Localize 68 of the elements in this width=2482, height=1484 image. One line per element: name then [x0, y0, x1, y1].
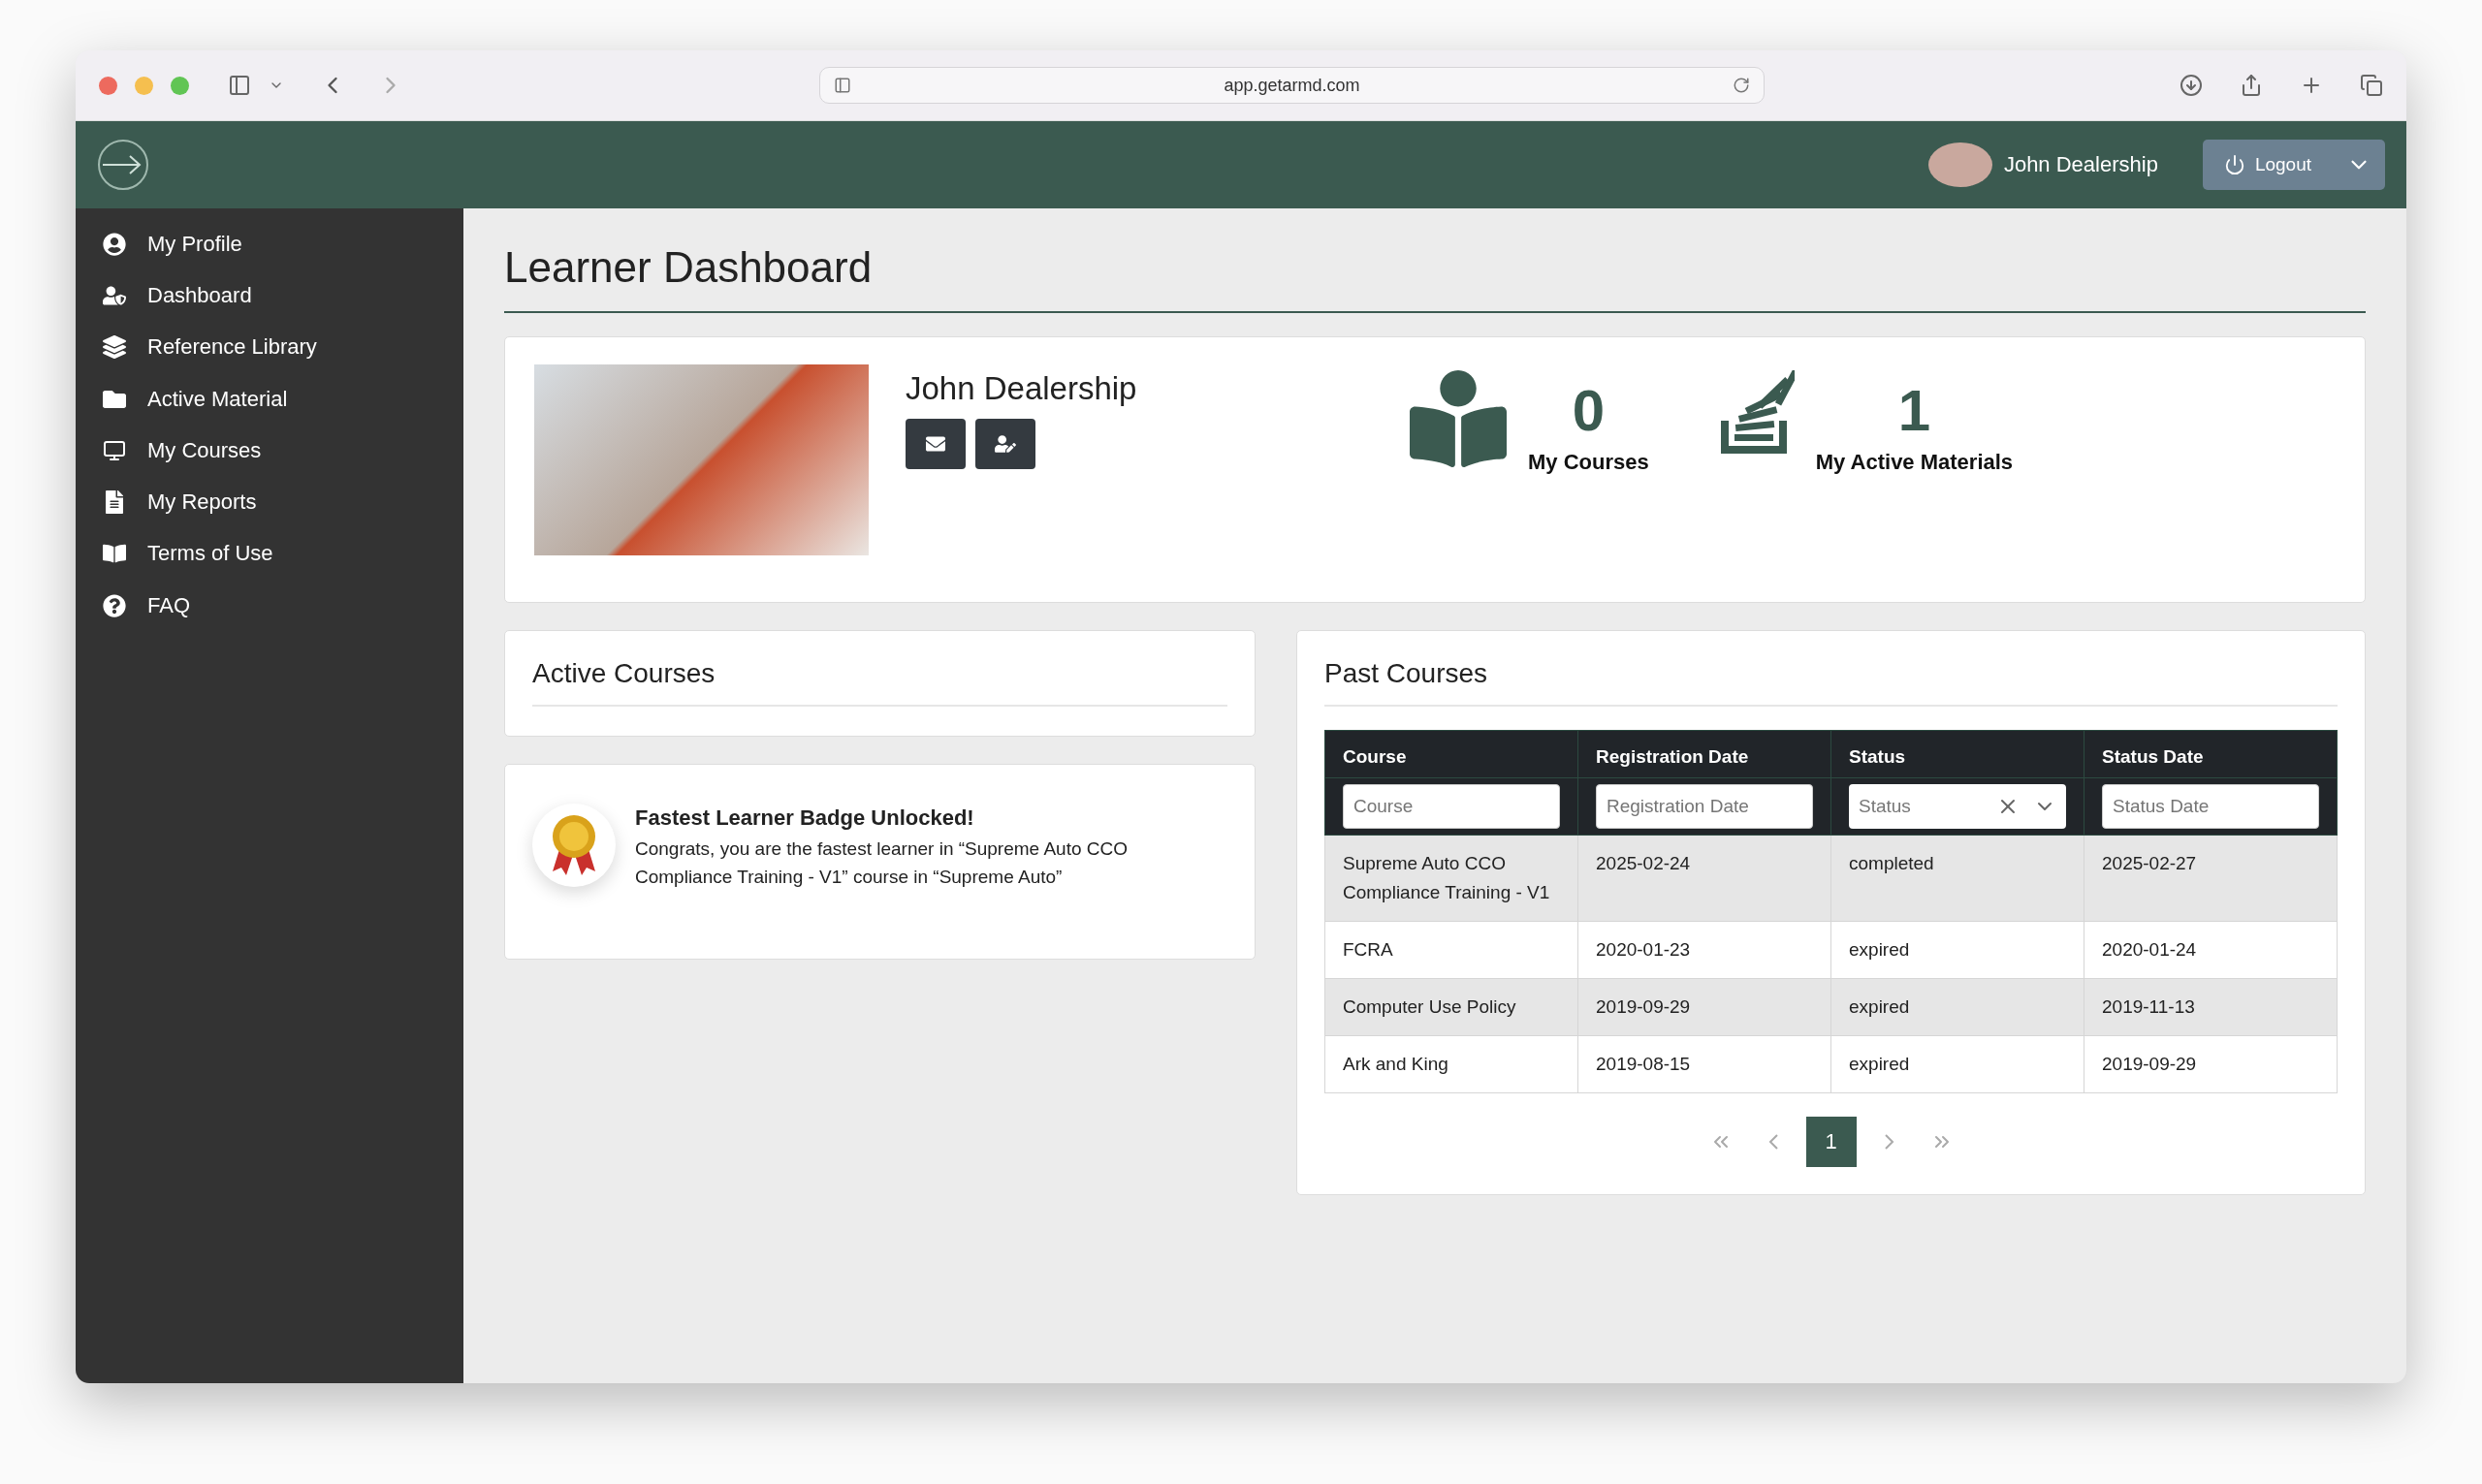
page-icon: [834, 77, 851, 94]
edit-profile-button[interactable]: [975, 419, 1035, 469]
sidebar-item[interactable]: Dashboard: [76, 269, 463, 322]
logo-icon[interactable]: [97, 139, 149, 191]
user-shield-icon: [103, 283, 126, 307]
sidebar-item[interactable]: My Profile: [76, 218, 463, 270]
status-filter-select[interactable]: Status: [1849, 784, 2066, 829]
table-cell: 2019-08-15: [1577, 1035, 1831, 1093]
table-cell: 2019-09-29: [2084, 1035, 2338, 1093]
sidebar-item[interactable]: FAQ: [76, 580, 463, 632]
table-cell: Ark and King: [1324, 1035, 1578, 1093]
page-button[interactable]: 1: [1805, 1117, 1857, 1167]
table-cell: Computer Use Policy: [1324, 978, 1578, 1036]
filter-field[interactable]: Registration Date: [1596, 784, 1813, 829]
tabs-overview-icon[interactable]: [2360, 74, 2383, 97]
reload-icon[interactable]: [1733, 77, 1750, 94]
column-header: Course: [1324, 730, 1578, 778]
user-edit-icon: [995, 433, 1016, 455]
sidebar-item[interactable]: My Reports: [76, 476, 463, 528]
table-cell: 2019-09-29: [1577, 978, 1831, 1036]
sidebar-toggle-icon[interactable]: [228, 74, 251, 97]
filter-field[interactable]: Course: [1343, 784, 1560, 829]
help-icon: [103, 593, 126, 617]
sidebar-item[interactable]: Active Material: [76, 372, 463, 426]
badge-message: Congrats, you are the fastest learner in “Supreme Auto CCO Compliance Training - V1” course in “Supreme Auto”: [635, 837, 1129, 889]
chevron-icon: [1884, 1134, 1894, 1150]
email-button[interactable]: [906, 419, 966, 469]
sidebar-item[interactable]: Terms of Use: [76, 527, 463, 581]
column-header: Status: [1830, 730, 2084, 778]
table-cell: expired: [1830, 978, 2084, 1036]
filter-field[interactable]: Status Date: [2102, 784, 2319, 829]
profile-name: John Dealership: [906, 370, 1138, 407]
table-cell: completed: [1830, 835, 2084, 922]
book-reader-icon: [1410, 370, 1507, 467]
page-title: Learner Dashboard: [504, 230, 2366, 313]
table-cell: 2020-01-23: [1577, 921, 1831, 979]
stat-value: 1: [1897, 382, 1931, 440]
document-icon: [103, 490, 126, 515]
layers-icon: [103, 335, 126, 360]
stat-value: 0: [1572, 382, 1606, 440]
table-cell: 2019-11-13: [2084, 978, 2338, 1036]
table-cell: 2025-02-24: [1577, 835, 1831, 922]
address-bar[interactable]: app.getarmd.com: [819, 67, 1765, 104]
zoom-window-dot[interactable]: [171, 76, 189, 95]
url-text: app.getarmd.com: [1223, 75, 1361, 96]
user-name: John Dealership: [2003, 152, 2158, 177]
stat-label: My Courses: [1528, 450, 1649, 475]
table-cell: FCRA: [1324, 921, 1578, 979]
minimize-window-dot[interactable]: [135, 76, 153, 95]
share-icon[interactable]: [2240, 74, 2263, 97]
envelope-icon: [926, 434, 945, 454]
sidebar-item[interactable]: My Courses: [76, 425, 463, 477]
badge-title: Fastest Learner Badge Unlocked!: [635, 805, 975, 831]
table-cell: 2020-01-24: [2084, 921, 2338, 979]
chevron-icon: [1767, 1134, 1778, 1150]
stat-label: My Active Materials: [1815, 450, 2014, 475]
section-title: Past Courses: [1324, 658, 2338, 707]
section-title: Active Courses: [532, 658, 1227, 707]
column-header: Status Date: [2084, 730, 2338, 778]
column-header: Registration Date: [1577, 730, 1831, 778]
sidebar-item[interactable]: Reference Library: [76, 321, 463, 373]
table-cell: 2025-02-27: [2084, 835, 2338, 922]
download-icon[interactable]: [2180, 74, 2203, 97]
close-window-dot[interactable]: [99, 76, 117, 95]
table-cell: Supreme Auto CCO Compliance Training - V1: [1324, 835, 1578, 922]
table-cell: expired: [1830, 921, 2084, 979]
table-cell: expired: [1830, 1035, 2084, 1093]
power-icon: [2223, 154, 2245, 175]
